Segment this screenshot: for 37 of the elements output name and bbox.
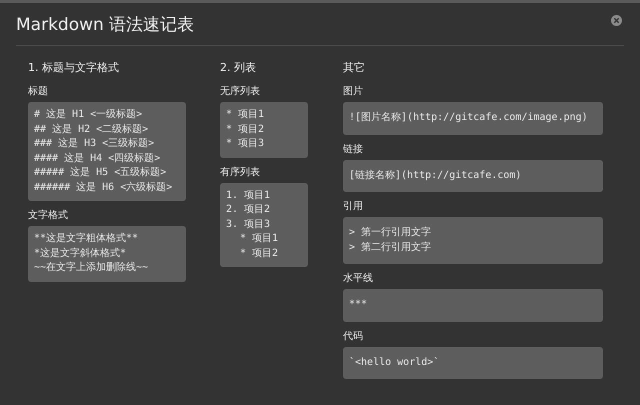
code-line: ##### 这是 H5 <五级标题> xyxy=(34,166,168,180)
section-label: 链接 xyxy=(343,142,363,156)
code-line: ### 这是 H3 <三级标题> xyxy=(34,137,156,151)
code-line: 3. 项目3 xyxy=(226,218,272,232)
code-line: * 项目2 xyxy=(226,122,266,136)
code-line: > 第一行引用文字 xyxy=(349,226,432,240)
code-line: * 项目1 xyxy=(239,232,280,246)
code-line: # 这是 H1 <一级标题> xyxy=(34,108,144,122)
close-icon[interactable] xyxy=(611,15,622,26)
code-line: > 第二行引用文字 xyxy=(349,240,432,254)
code-line: *** xyxy=(349,298,368,312)
code-line: **这是文字粗体格式** xyxy=(34,232,140,246)
code-line: * 项目3 xyxy=(226,137,266,151)
code-line: *这是文字斜体格式* xyxy=(34,246,128,260)
code-line: ## 这是 H2 <二级标题> xyxy=(34,122,150,136)
column-heading: 其它 xyxy=(343,61,366,75)
code-line: #### 这是 H4 <四级标题> xyxy=(34,152,162,166)
section-label: 标题 xyxy=(28,85,48,98)
section-label: 文字格式 xyxy=(28,209,68,222)
code-line: 2. 项目2 xyxy=(226,203,272,217)
code-line: 1. 项目1 xyxy=(226,188,272,202)
section-label: 代码 xyxy=(343,330,363,342)
section-label: 有序列表 xyxy=(220,166,260,178)
code-line: ~~在文字上添加删除线~~ xyxy=(34,261,150,275)
section-label: 图片 xyxy=(343,85,363,98)
code-line: ![图片名称](http://gitcafe.com/image.png) xyxy=(349,111,589,125)
column-heading: 2. 列表 xyxy=(220,61,257,75)
code-line: ###### 这是 H6 <六级标题> xyxy=(34,180,174,194)
window-title: Markdown 语法速记表 xyxy=(16,14,194,37)
code-line: * 项目2 xyxy=(239,246,280,260)
section-label: 引用 xyxy=(343,200,363,213)
column-heading: 1. 标题与文字格式 xyxy=(28,61,120,75)
code-line: * 项目1 xyxy=(226,108,266,122)
section-label: 无序列表 xyxy=(220,85,260,98)
section-label: 水平线 xyxy=(343,272,373,285)
code-line: `<hello world>` xyxy=(349,356,440,370)
code-line: [链接名称](http://gitcafe.com) xyxy=(349,168,522,182)
